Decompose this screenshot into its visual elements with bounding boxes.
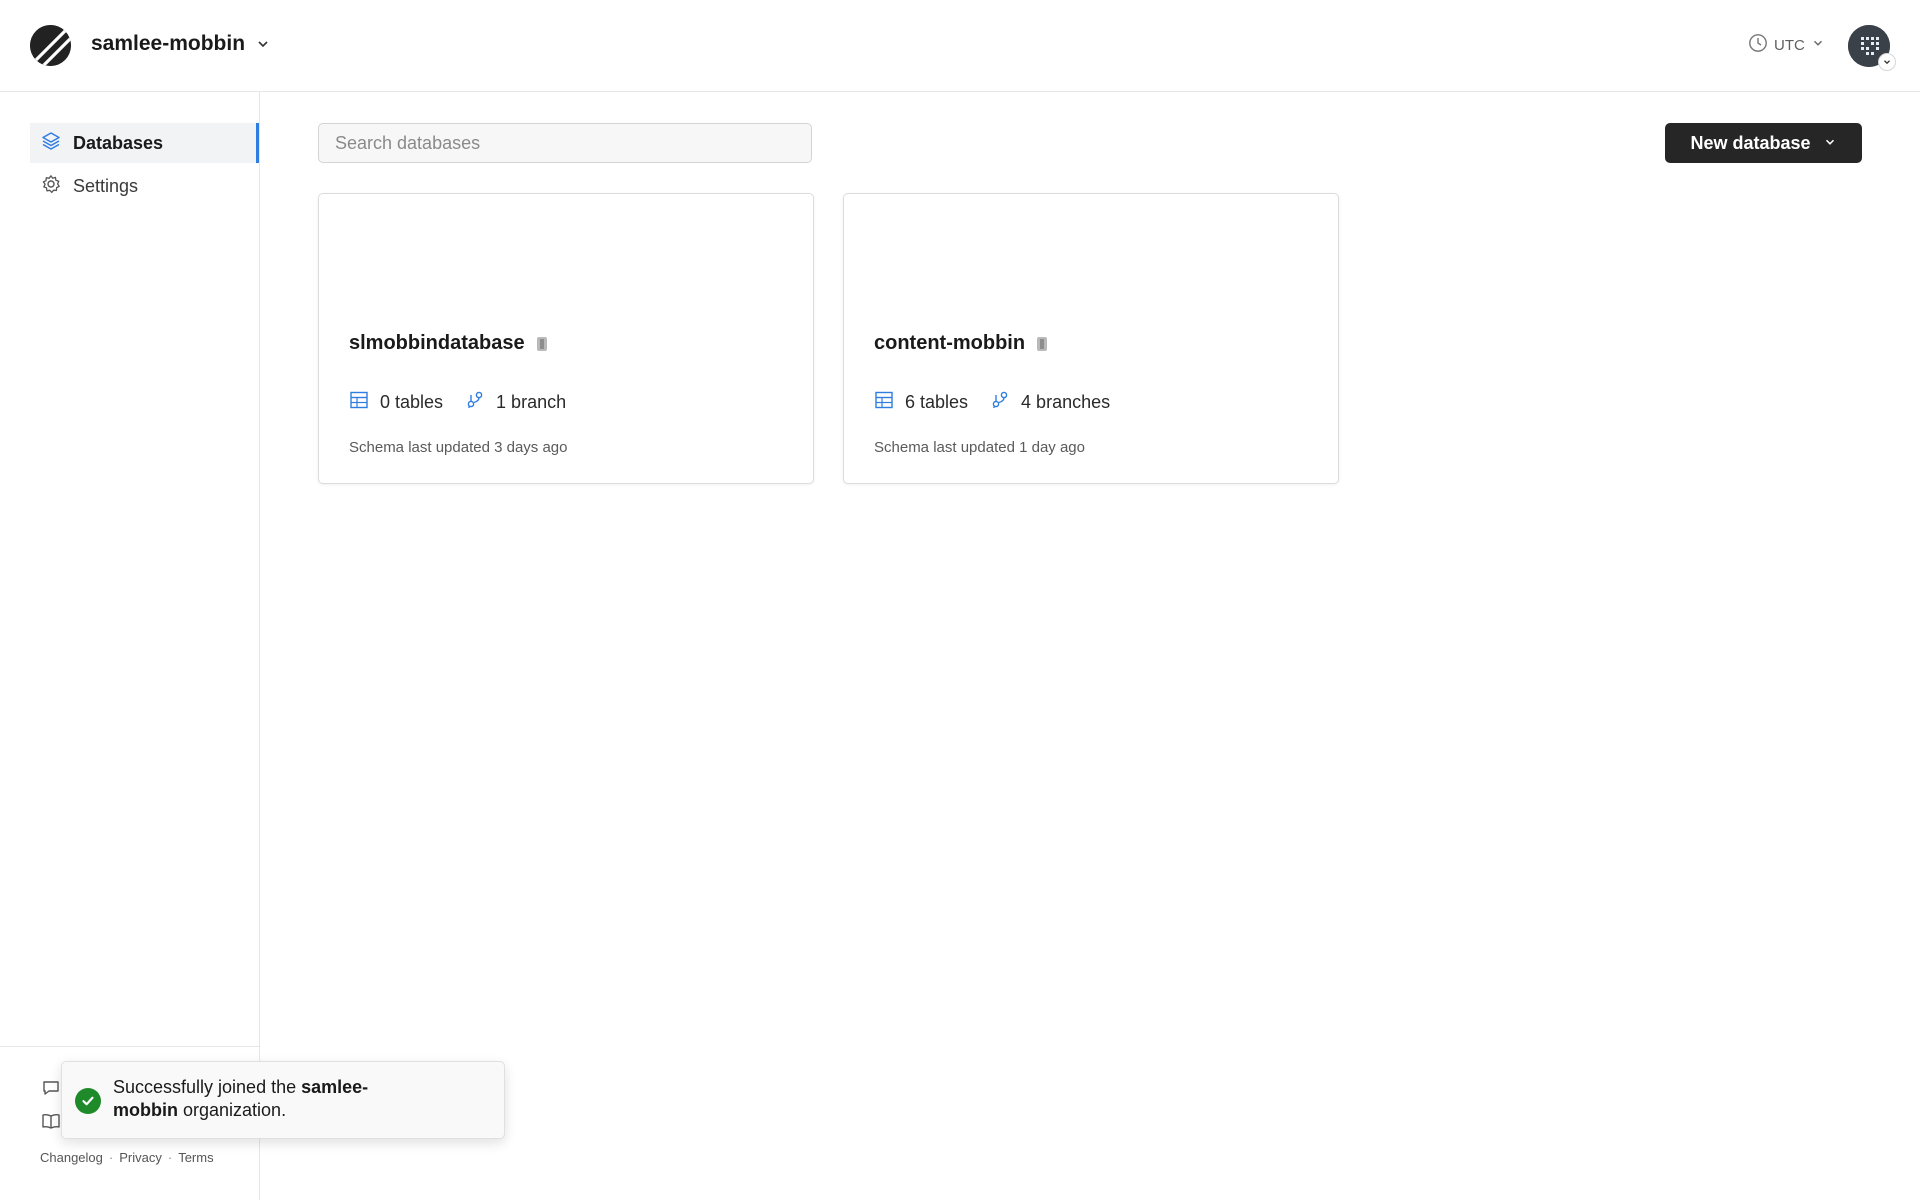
database-name: content-mobbin [874, 332, 1026, 354]
feedback-icon[interactable] [41, 1078, 61, 1098]
new-database-label: New database [1690, 132, 1811, 153]
branches-count: 1 branch [496, 392, 567, 412]
branches-count: 4 branches [1021, 392, 1111, 412]
region-indicator-icon [535, 335, 549, 353]
changelog-link[interactable]: Changelog [40, 1150, 103, 1165]
chevron-down-icon [1811, 36, 1825, 54]
database-name: slmobbindatabase [349, 332, 525, 354]
success-toast[interactable]: Successfully joined the samlee-mobbin or… [61, 1061, 505, 1139]
layers-icon [41, 131, 61, 156]
tables-count: 0 tables [380, 392, 444, 412]
timezone-label: UTC [1774, 36, 1805, 54]
database-stats: 6 tables 4 branches [874, 390, 1132, 415]
sidebar-item-label: Settings [73, 175, 139, 196]
separator: · [167, 1150, 173, 1165]
gear-icon [41, 174, 61, 199]
tables-count: 6 tables [905, 392, 969, 412]
branches-stat: 4 branches [990, 390, 1110, 415]
region-indicator-icon [1035, 335, 1049, 353]
search-input[interactable] [318, 123, 812, 163]
sidebar-item-databases[interactable]: Databases [30, 123, 259, 163]
database-title: slmobbindatabase [349, 332, 549, 355]
check-circle-icon [75, 1088, 101, 1114]
separator: · [108, 1150, 114, 1165]
tables-stat: 6 tables [874, 390, 968, 415]
planetscale-logo-icon[interactable] [30, 25, 71, 66]
toast-prefix: Successfully joined the [113, 1077, 302, 1097]
database-title: content-mobbin [874, 332, 1049, 355]
schema-updated: Schema last updated 3 days ago [349, 439, 568, 456]
sidebar: Databases Settings [0, 92, 260, 1200]
new-database-button[interactable]: New database [1665, 123, 1862, 163]
toast-suffix: organization. [178, 1100, 287, 1120]
footer-links: Changelog · Privacy · Terms [40, 1150, 214, 1165]
database-card[interactable]: slmobbindatabase 0 tables 1 branch Schem… [318, 193, 814, 484]
privacy-link[interactable]: Privacy [119, 1150, 162, 1165]
timezone-selector[interactable]: UTC [1748, 33, 1825, 57]
terms-link[interactable]: Terms [178, 1150, 213, 1165]
tables-stat: 0 tables [349, 390, 443, 415]
top-header: samlee-mobbin UTC [0, 0, 1920, 92]
branch-icon [465, 390, 485, 415]
chevron-down-icon [1878, 53, 1896, 71]
database-stats: 0 tables 1 branch [349, 390, 588, 415]
clock-icon [1748, 33, 1768, 57]
table-icon [874, 390, 894, 415]
chevron-down-icon [255, 36, 271, 52]
database-card[interactable]: content-mobbin 6 tables 4 branches Schem… [843, 193, 1339, 484]
org-switcher[interactable]: samlee-mobbin [91, 32, 271, 56]
schema-updated: Schema last updated 1 day ago [874, 439, 1085, 456]
sidebar-item-settings[interactable]: Settings [30, 166, 259, 206]
user-avatar[interactable] [1848, 25, 1896, 71]
table-icon [349, 390, 369, 415]
book-icon[interactable] [41, 1111, 61, 1131]
branch-icon [990, 390, 1010, 415]
chevron-down-icon [1823, 133, 1837, 154]
branches-stat: 1 branch [465, 390, 566, 415]
toast-message: Successfully joined the samlee-mobbin or… [113, 1076, 403, 1122]
org-name: samlee-mobbin [91, 32, 246, 55]
sidebar-item-label: Databases [73, 132, 164, 153]
